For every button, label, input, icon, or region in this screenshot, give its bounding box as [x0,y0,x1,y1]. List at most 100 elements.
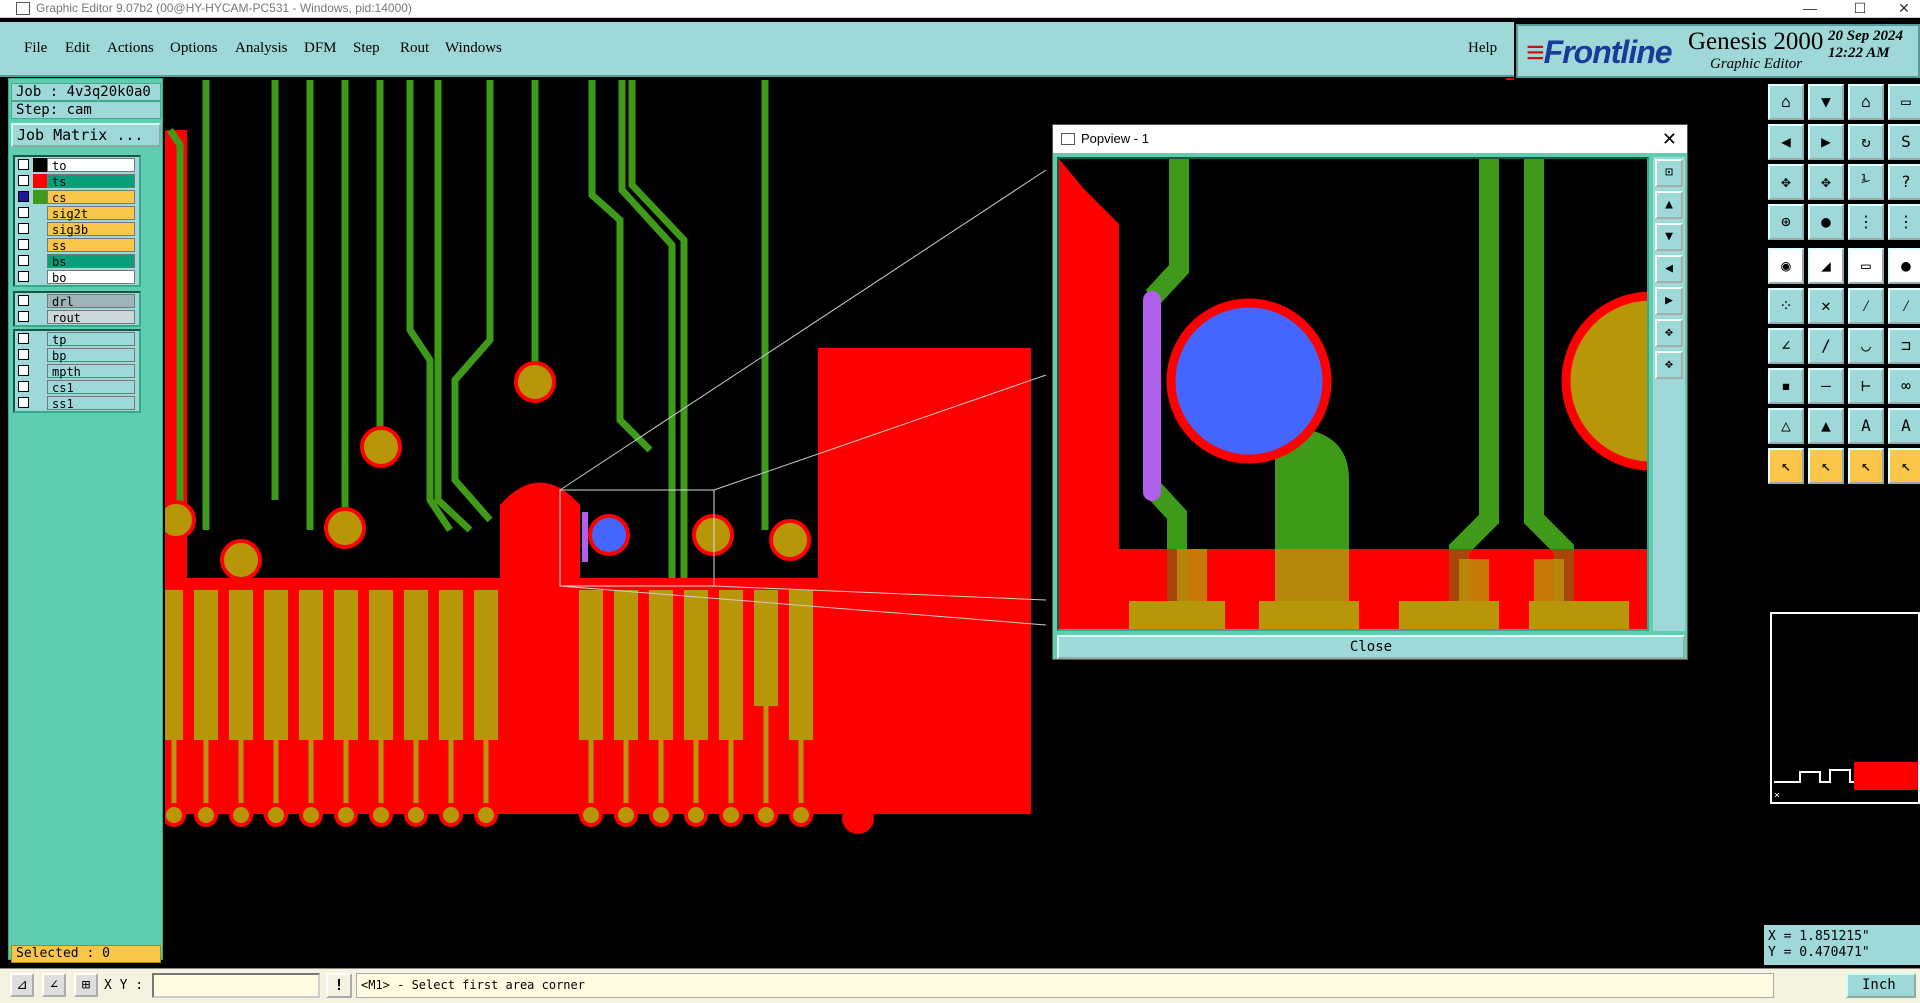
menu-analysis[interactable]: Analysis [235,40,288,57]
tool-ruler-icon[interactable]: ▭ [1848,248,1884,284]
angle-icon[interactable]: ∠ [42,973,66,997]
xy-input[interactable] [152,973,320,998]
tool-point-icon[interactable]: ⁄ [1848,288,1884,324]
menu-edit[interactable]: Edit [65,40,90,57]
layer-swatch[interactable] [33,380,47,394]
tool-next-icon[interactable]: ▶ [1808,124,1844,160]
tool-prev-icon[interactable]: ◀ [1768,124,1804,160]
snap-icon[interactable]: ⊿ [10,973,34,997]
layer-swatch[interactable] [33,294,47,308]
tool-pad-icon[interactable]: ◉ [1768,248,1804,284]
popview-down-icon[interactable]: ▼ [1655,223,1683,251]
layer-row-ss1[interactable]: ss1 [15,395,139,411]
tool-select3-icon[interactable]: ↖ [1848,448,1884,484]
layer-name[interactable]: bo [47,270,135,285]
layer-name[interactable]: cs1 [47,380,135,395]
menu-windows[interactable]: Windows [445,40,502,57]
tool-point2-icon[interactable]: ⁄ [1888,288,1920,324]
tool-house-icon[interactable]: ⌂ [1848,84,1884,120]
tool-net-icon[interactable]: ⋮ [1848,204,1884,240]
minimize-button[interactable]: — [1790,0,1830,16]
layer-row-cs[interactable]: cs [15,189,139,205]
layer-name[interactable]: sig3b [47,222,135,237]
tool-pan-icon[interactable]: ✥ [1808,164,1844,200]
menu-actions[interactable]: Actions [107,40,154,57]
tool-pin-icon[interactable]: ⊐ [1888,328,1920,364]
layer-name[interactable]: sig2t [47,206,135,221]
tool-bracket-icon[interactable]: ⊢ [1848,368,1884,404]
layer-swatch[interactable] [33,158,47,172]
popview-up-icon[interactable]: ▲ [1655,191,1683,219]
popview-pan-icon[interactable]: ✥ [1655,351,1683,379]
layer-swatch[interactable] [33,190,47,204]
layer-checkbox[interactable] [18,311,29,322]
layer-checkbox[interactable] [18,397,29,408]
menu-rout[interactable]: Rout [400,40,429,57]
tool-zoom-home-icon[interactable]: ⌂ [1768,84,1804,120]
tool-probe-icon[interactable]: ● [1808,204,1844,240]
layer-swatch[interactable] [33,206,47,220]
layer-row-ss[interactable]: ss [15,237,139,253]
grid-icon[interactable]: ⊞ [74,973,98,997]
popview-zoom-icon[interactable]: ⊡ [1655,159,1683,187]
layer-name[interactable]: tp [47,332,135,347]
tool-hline-icon[interactable]: — [1808,368,1844,404]
popview-canvas[interactable] [1057,157,1649,631]
tool-a2-icon[interactable]: A [1888,408,1920,444]
layer-swatch[interactable] [33,174,47,188]
tool-line-icon[interactable]: ∠ [1768,328,1804,364]
tool-node-icon[interactable]: ⁘ [1768,288,1804,324]
tool-fit-icon[interactable]: ✥ [1768,164,1804,200]
layer-row-mpth[interactable]: mpth [15,363,139,379]
layer-checkbox[interactable] [18,159,29,170]
tool-tri2-icon[interactable]: ▲ [1808,408,1844,444]
tool-cross-icon[interactable]: ✕ [1808,288,1844,324]
layer-swatch[interactable] [33,396,47,410]
layer-swatch[interactable] [33,222,47,236]
maximize-button[interactable]: ☐ [1840,0,1880,16]
layer-name[interactable]: ss1 [47,396,135,411]
tool-layer-down-icon[interactable]: ▼ [1808,84,1844,120]
popview-right-icon[interactable]: ▶ [1655,287,1683,315]
job-matrix-button[interactable]: Job Matrix ... [11,123,161,147]
layer-row-bo[interactable]: bo [15,269,139,285]
layer-name[interactable]: bp [47,348,135,363]
layer-name[interactable]: cs [47,190,135,205]
layer-checkbox[interactable] [18,223,29,234]
tool-select-icon[interactable]: ↖ [1768,448,1804,484]
tool-corner-icon[interactable]: ◢ [1808,248,1844,284]
layer-checkbox[interactable] [18,365,29,376]
tool-s-icon[interactable]: S [1888,124,1920,160]
tool-scale-icon[interactable]: ⅟ [1848,164,1884,200]
popview-close-button[interactable]: Close [1057,635,1685,659]
tool-select2-icon[interactable]: ↖ [1808,448,1844,484]
layer-swatch[interactable] [33,364,47,378]
layer-checkbox[interactable] [18,381,29,392]
layer-row-cs1[interactable]: cs1 [15,379,139,395]
layer-row-sig3b[interactable]: sig3b [15,221,139,237]
layer-row-bs[interactable]: bs [15,253,139,269]
layer-name[interactable]: drl [47,294,135,309]
tool-dot-icon[interactable]: ● [1888,248,1920,284]
layer-name[interactable]: to [47,158,135,173]
layer-name[interactable]: ts [47,174,135,189]
layer-row-tp[interactable]: tp [15,331,139,347]
close-window-button[interactable]: ✕ [1884,0,1920,16]
layer-row-drl[interactable]: drl [15,293,139,309]
tool-query-icon[interactable]: ? [1888,164,1920,200]
tool-arc-icon[interactable]: ◡ [1848,328,1884,364]
tool-circles-icon[interactable]: ∞ [1888,368,1920,404]
layer-checkbox[interactable] [18,255,29,266]
unit-selector[interactable]: Inch [1846,973,1916,998]
stop-button[interactable]: ! [326,973,352,998]
menu-help[interactable]: Help [1468,40,1497,57]
tool-pad2-icon[interactable]: ▪ [1768,368,1804,404]
menu-file[interactable]: File [24,40,47,57]
popview-close-icon[interactable]: ✕ [1662,125,1677,153]
layer-swatch[interactable] [33,238,47,252]
layer-name[interactable]: bs [47,254,135,269]
layer-swatch[interactable] [33,310,47,324]
popview-left-icon[interactable]: ◀ [1655,255,1683,283]
overview-navigator[interactable]: × [1770,612,1920,804]
layer-checkbox[interactable] [18,175,29,186]
